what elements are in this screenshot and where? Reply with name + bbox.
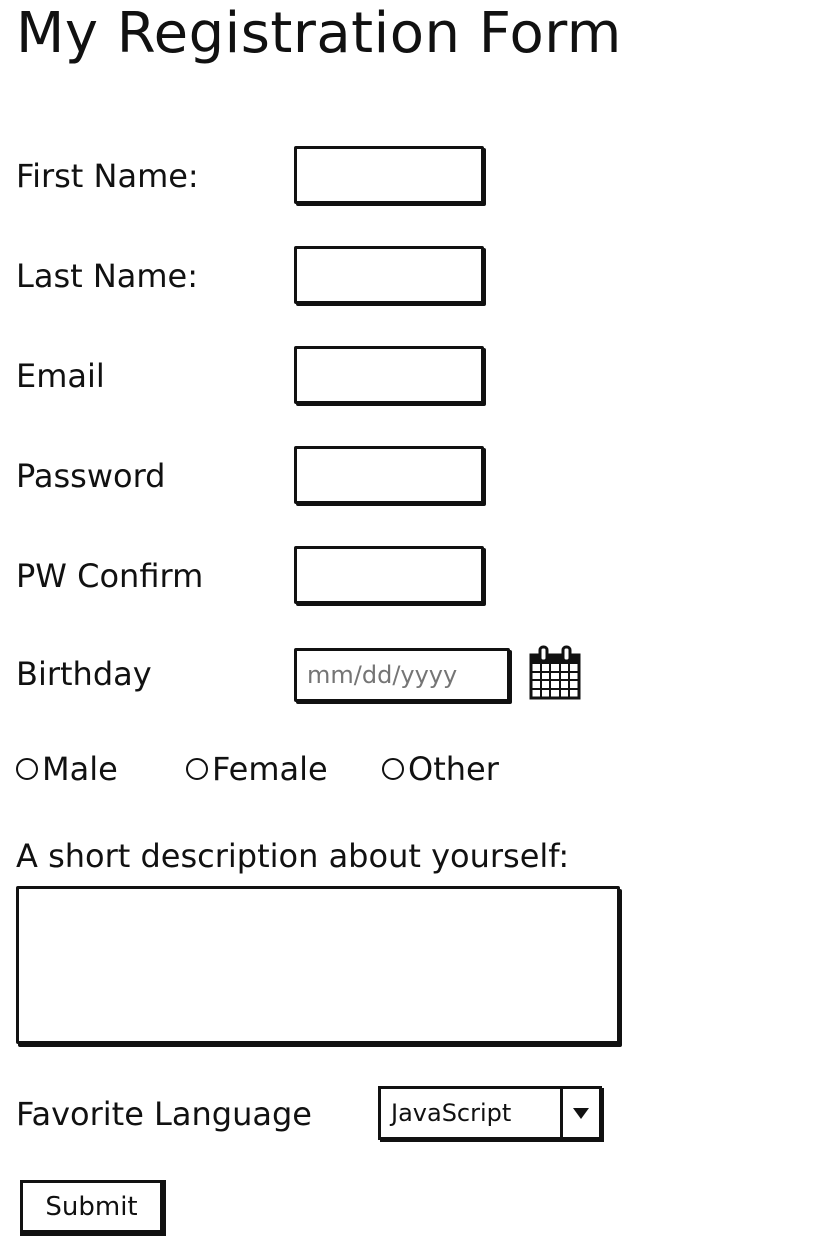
gender-radio-male[interactable]: Male bbox=[16, 750, 118, 788]
language-label: Favorite Language bbox=[16, 1095, 312, 1133]
calendar-icon[interactable] bbox=[528, 645, 582, 701]
page-title: My Registration Form bbox=[16, 1, 622, 66]
email-label: Email bbox=[16, 357, 105, 395]
email-input[interactable] bbox=[294, 346, 484, 404]
birthday-label: Birthday bbox=[16, 655, 152, 693]
gender-radio-label: Male bbox=[42, 750, 118, 788]
last-name-label: Last Name: bbox=[16, 257, 199, 295]
first-name-label: First Name: bbox=[16, 157, 199, 195]
password-label: Password bbox=[16, 457, 166, 495]
radio-circle-icon[interactable] bbox=[382, 758, 404, 780]
radio-circle-icon[interactable] bbox=[16, 758, 38, 780]
first-name-input[interactable] bbox=[294, 146, 484, 204]
gender-radio-label: Female bbox=[212, 750, 328, 788]
description-textarea[interactable] bbox=[16, 886, 620, 1044]
pw-confirm-input[interactable] bbox=[294, 546, 484, 604]
description-label: A short description about yourself: bbox=[16, 837, 570, 875]
radio-circle-icon[interactable] bbox=[186, 758, 208, 780]
language-select-value: JavaScript bbox=[381, 1089, 563, 1137]
gender-radio-other[interactable]: Other bbox=[382, 750, 499, 788]
last-name-input[interactable] bbox=[294, 246, 484, 304]
gender-radio-label: Other bbox=[408, 750, 499, 788]
pw-confirm-label: PW Confirm bbox=[16, 557, 204, 595]
gender-radio-female[interactable]: Female bbox=[186, 750, 328, 788]
birthday-input[interactable] bbox=[294, 648, 510, 702]
triangle-down-icon[interactable] bbox=[563, 1089, 599, 1137]
submit-button[interactable]: Submit bbox=[20, 1180, 166, 1236]
password-input[interactable] bbox=[294, 446, 484, 504]
language-select[interactable]: JavaScript bbox=[378, 1086, 602, 1140]
